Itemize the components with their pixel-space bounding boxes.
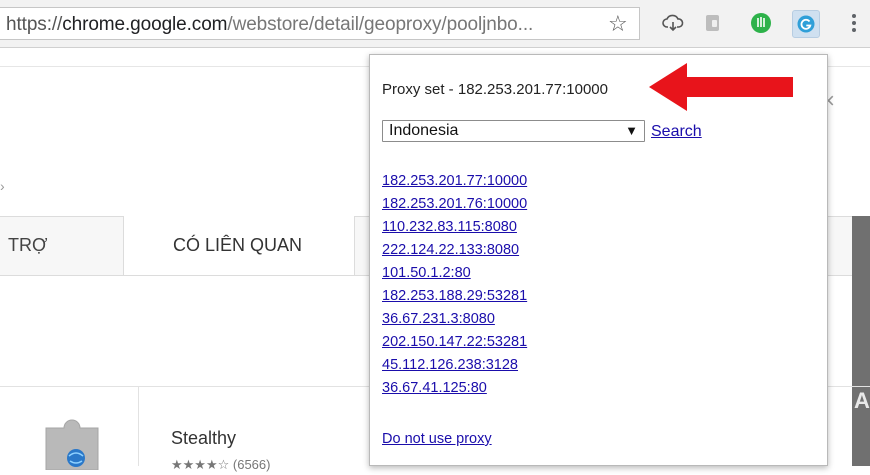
star-icon[interactable]: ☆ xyxy=(608,12,628,36)
tab-related[interactable]: CÓ LIÊN QUAN xyxy=(123,216,355,275)
proxy-link[interactable]: 45.112.126.238:3128 xyxy=(382,357,527,380)
green-leaf-icon[interactable] xyxy=(748,10,774,36)
country-select[interactable]: Indonesia ▼ xyxy=(382,120,645,142)
proxy-link[interactable]: 182.253.201.77:10000 xyxy=(382,173,527,196)
proxy-status-text: Proxy set - 182.253.201.77:10000 xyxy=(382,81,608,98)
browser-toolbar: https://chrome.google.com/webstore/detai… xyxy=(0,0,870,48)
left-edge-mark: › xyxy=(0,178,5,194)
rating-stars: ★★★★☆ (6566) xyxy=(171,457,271,472)
proxy-link[interactable]: 101.50.1.2:80 xyxy=(382,265,527,288)
red-arrow-annotation xyxy=(649,63,793,111)
tab-support[interactable]: TRỢ xyxy=(8,235,47,256)
proxy-link[interactable]: 182.253.188.29:53281 xyxy=(382,288,527,311)
tab-related-label: CÓ LIÊN QUAN xyxy=(173,235,303,255)
address-bar[interactable]: https://chrome.google.com/webstore/detai… xyxy=(0,7,640,40)
proxy-link[interactable]: 110.232.83.115:8080 xyxy=(382,219,527,242)
extension-title[interactable]: Stealthy xyxy=(171,428,236,449)
search-link[interactable]: Search xyxy=(651,123,702,141)
proxy-link[interactable]: 222.124.22.133:8080 xyxy=(382,242,527,265)
geoproxy-icon[interactable] xyxy=(792,10,820,38)
url-text[interactable]: https://chrome.google.com/webstore/detai… xyxy=(6,14,533,36)
cloud-download-icon[interactable] xyxy=(660,10,686,36)
country-select-value: Indonesia xyxy=(389,122,459,139)
kebab-menu-icon[interactable] xyxy=(850,10,858,36)
evernote-icon[interactable] xyxy=(700,10,726,36)
card-divider xyxy=(138,386,139,466)
do-not-use-proxy-link[interactable]: Do not use proxy xyxy=(382,431,492,447)
url-scheme: https:// xyxy=(6,14,63,35)
chevron-down-icon: ▼ xyxy=(625,123,638,138)
proxy-link[interactable]: 36.67.231.3:8080 xyxy=(382,311,527,334)
puzzle-piece-icon[interactable] xyxy=(42,414,120,471)
url-path: /webstore/detail/geoproxy/pooljnbo... xyxy=(227,14,534,35)
proxy-link[interactable]: 202.150.147.22:53281 xyxy=(382,334,527,357)
proxy-link[interactable]: 36.67.41.125:80 xyxy=(382,380,527,403)
geoproxy-popup: Proxy set - 182.253.201.77:10000 Indones… xyxy=(369,54,828,466)
proxy-link[interactable]: 182.253.201.76:10000 xyxy=(382,196,527,219)
side-letter: A xyxy=(854,388,870,413)
proxy-list: 182.253.201.77:10000 182.253.201.76:1000… xyxy=(382,173,527,403)
side-panel-edge xyxy=(852,216,870,466)
url-host: chrome.google.com xyxy=(62,14,228,35)
